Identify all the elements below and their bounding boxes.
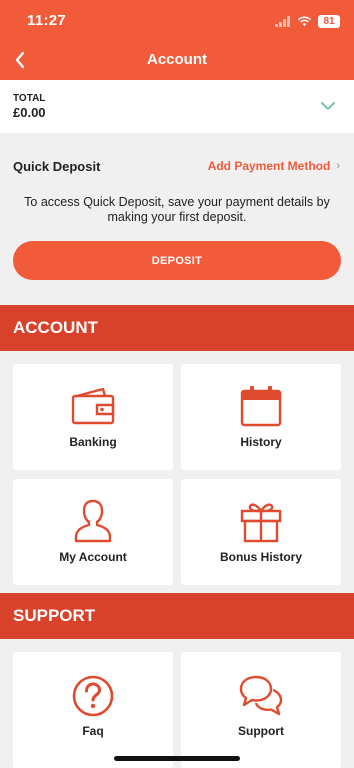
wallet-icon xyxy=(71,387,115,425)
signal-icon xyxy=(275,15,290,27)
status-icons: 81 xyxy=(275,12,340,30)
faq-label: Faq xyxy=(82,724,104,738)
wifi-icon xyxy=(297,15,312,26)
faq-card[interactable]: Faq xyxy=(13,652,173,768)
balance-label: TOTAL xyxy=(13,93,46,104)
balance-value: £0.00 xyxy=(13,105,46,120)
history-card[interactable]: History xyxy=(181,364,341,470)
history-label: History xyxy=(240,435,282,449)
balance-panel[interactable]: TOTAL £0.00 xyxy=(0,80,354,133)
chevron-right-icon: › xyxy=(336,160,340,172)
banking-label: Banking xyxy=(69,435,117,449)
add-payment-method-link[interactable]: Add Payment Method › xyxy=(208,159,340,173)
page-title: Account xyxy=(147,51,207,68)
calendar-icon xyxy=(240,386,282,427)
chevron-down-icon xyxy=(320,101,336,111)
support-label: Support xyxy=(238,724,284,738)
my-account-label: My Account xyxy=(59,550,127,564)
banking-card[interactable]: Banking xyxy=(13,364,173,470)
quick-deposit-message: To access Quick Deposit, save your payme… xyxy=(24,195,330,224)
add-payment-method-label: Add Payment Method xyxy=(207,159,331,173)
user-icon xyxy=(74,499,112,543)
balance-expand-toggle[interactable] xyxy=(318,96,338,116)
home-indicator[interactable] xyxy=(114,756,240,761)
bonus-history-label: Bonus History xyxy=(219,550,302,564)
question-icon xyxy=(72,675,114,717)
gift-icon xyxy=(240,503,282,543)
quick-deposit-title: Quick Deposit xyxy=(13,159,101,174)
status-time: 11:27 xyxy=(27,12,67,29)
battery-icon: 81 xyxy=(318,14,340,28)
account-section-header: ACCOUNT xyxy=(0,305,354,351)
support-section-header: SUPPORT xyxy=(0,593,354,639)
chat-icon xyxy=(239,675,283,716)
support-card[interactable]: Support xyxy=(181,652,341,768)
deposit-button[interactable]: DEPOSIT xyxy=(13,241,341,280)
bonus-history-card[interactable]: Bonus History xyxy=(181,479,341,585)
my-account-card[interactable]: My Account xyxy=(13,479,173,585)
top-bar: 11:27 81 Account xyxy=(0,0,354,80)
